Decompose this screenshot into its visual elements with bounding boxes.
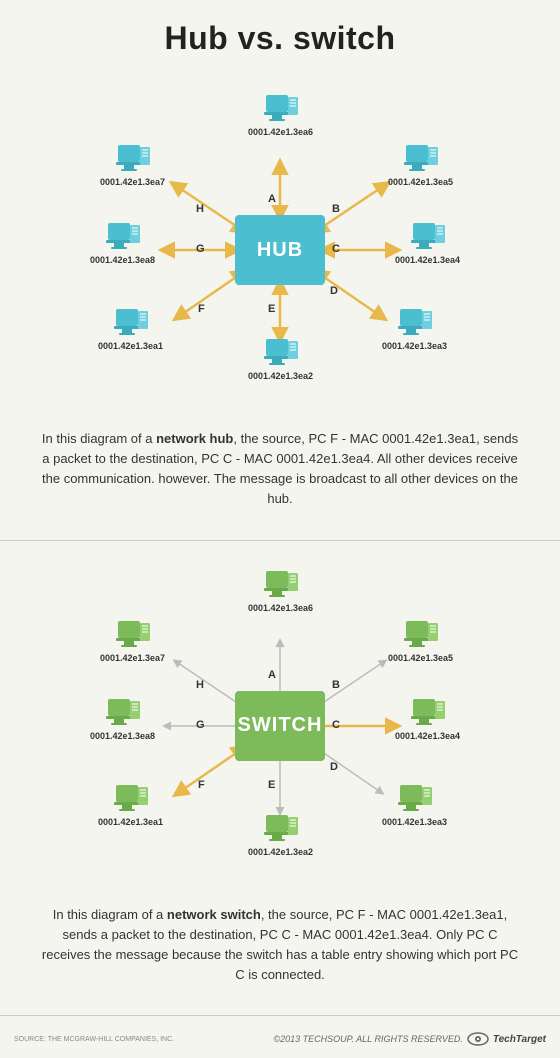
port-label-sw-a: A [268,669,276,681]
device-hub-f: 0001.42e1.3ea1 [98,309,163,351]
device-sw-h: 0001.42e1.3ea7 [100,621,165,663]
hub-section: HUB A B C D E F G H 0001.42e1.3ea6 0001.… [0,75,560,530]
footer-source: SOURCE: THE MCGRAW-HILL COMPANIES, INC. [14,1036,174,1043]
hub-center-box: HUB [235,215,325,285]
port-label-sw-b: B [332,679,340,691]
device-hub-a: 0001.42e1.3ea6 [248,95,313,137]
port-label-hub-a: A [268,193,276,205]
section-divider [0,540,560,541]
footer-divider [0,1015,560,1016]
device-hub-h: 0001.42e1.3ea7 [100,145,165,187]
device-hub-g: 0001.42e1.3ea8 [90,223,155,265]
hub-diagram: HUB A B C D E F G H 0001.42e1.3ea6 0001.… [0,75,560,415]
switch-center-box: SWITCH [235,691,325,761]
device-sw-e: 0001.42e1.3ea2 [248,815,313,857]
device-hub-b: 0001.42e1.3ea5 [388,145,453,187]
page-title: Hub vs. switch [0,20,560,57]
device-hub-c: 0001.42e1.3ea4 [395,223,460,265]
device-sw-b: 0001.42e1.3ea5 [388,621,453,663]
port-label-hub-h: H [196,203,204,215]
device-sw-d: 0001.42e1.3ea3 [382,785,447,827]
footer-brand: ©2013 TECHSOUP. ALL RIGHTS RESERVED. Tec… [273,1032,546,1046]
techtarget-eye-icon [467,1032,489,1046]
device-sw-g: 0001.42e1.3ea8 [90,699,155,741]
port-label-hub-f: F [198,303,205,315]
port-label-sw-g: G [196,719,205,731]
device-sw-f: 0001.42e1.3ea1 [98,785,163,827]
port-label-hub-g: G [196,243,205,255]
port-label-hub-c: C [332,243,340,255]
port-label-hub-e: E [268,303,275,315]
port-label-sw-d: D [330,761,338,773]
page: Hub vs. switch [0,0,560,1058]
port-label-hub-d: D [330,285,338,297]
device-sw-c: 0001.42e1.3ea4 [395,699,460,741]
switch-description: In this diagram of a network switch, the… [0,891,560,996]
footer: SOURCE: THE MCGRAW-HILL COMPANIES, INC. … [0,1026,560,1048]
switch-section: SWITCH A B C D E F G H 0001.42e1.3ea6 00… [0,551,560,1006]
port-label-sw-c: C [332,719,340,731]
device-hub-d: 0001.42e1.3ea3 [382,309,447,351]
device-hub-e: 0001.42e1.3ea2 [248,339,313,381]
port-label-hub-b: B [332,203,340,215]
port-label-sw-e: E [268,779,275,791]
port-label-sw-h: H [196,679,204,691]
hub-description: In this diagram of a network hub, the so… [0,415,560,520]
port-label-sw-f: F [198,779,205,791]
device-sw-a: 0001.42e1.3ea6 [248,571,313,613]
switch-diagram: SWITCH A B C D E F G H 0001.42e1.3ea6 00… [0,551,560,891]
